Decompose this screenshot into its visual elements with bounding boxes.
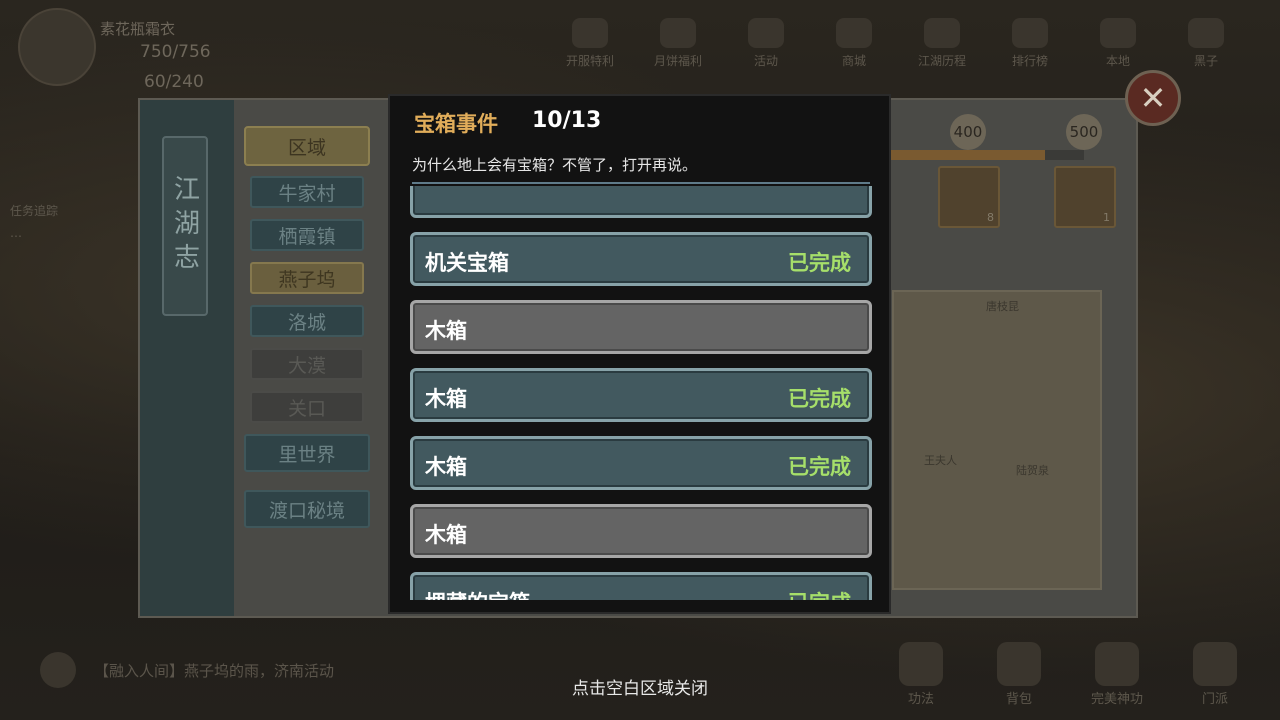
- region-button[interactable]: 牛家村: [250, 176, 364, 208]
- event-name: 木箱: [425, 455, 467, 479]
- popup-divider: [412, 182, 870, 184]
- event-row[interactable]: 木箱 已完成: [410, 368, 872, 422]
- event-name: 木箱: [425, 387, 467, 411]
- event-name: 木箱: [425, 319, 467, 343]
- popup-description: 为什么地上会有宝箱？不管了，打开再说。: [412, 156, 698, 174]
- mp-value: 60/240: [144, 72, 204, 92]
- event-row[interactable]: 木箱: [410, 504, 872, 558]
- local-icon: [1100, 18, 1136, 48]
- region-button-inner-world[interactable]: 里世界: [244, 434, 370, 472]
- event-icon: [748, 18, 784, 48]
- event-list-content: 机关宝箱已完成木箱木箱已完成木箱已完成木箱埋藏的宝箱已完成: [410, 186, 874, 600]
- chronicle-progress: 400 500: [888, 100, 1138, 160]
- event-name: 埋藏的宝箱: [425, 587, 530, 600]
- event-row[interactable]: [410, 186, 872, 218]
- event-row[interactable]: 机关宝箱 已完成: [410, 232, 872, 286]
- popup-progress-count: 10/13: [532, 108, 602, 133]
- chronicle-title: 江湖志: [162, 136, 208, 316]
- reward-card[interactable]: 8: [938, 166, 1000, 228]
- close-hint[interactable]: 点击空白区域关闭: [0, 674, 1280, 699]
- gift-icon: [572, 18, 608, 48]
- close-icon[interactable]: ✕: [1125, 70, 1181, 126]
- quest-tracker-title: 任务追踪: [10, 204, 59, 218]
- event-status: 已完成: [788, 455, 851, 479]
- chronicle-spine: 江湖志: [140, 100, 234, 616]
- region-button[interactable]: 洛城: [250, 305, 364, 337]
- top-hud: 素花瓶霜衣 750/756 60/240 开服特利 月饼福利 活动 商城 江湖历…: [0, 0, 1280, 95]
- quest-tracker[interactable]: 任务追踪 …: [10, 200, 140, 244]
- top-menu-item[interactable]: 黑子: [1172, 18, 1240, 69]
- top-menu-item[interactable]: 本地: [1084, 18, 1152, 69]
- progress-fill: [888, 150, 1045, 160]
- top-menu-item[interactable]: 商城: [820, 18, 888, 69]
- progress-track: [888, 150, 1084, 160]
- player-name: 素花瓶霜衣: [100, 20, 176, 38]
- event-row[interactable]: 木箱: [410, 300, 872, 354]
- mooncake-icon: [660, 18, 696, 48]
- event-row[interactable]: 埋藏的宝箱 已完成: [410, 572, 872, 600]
- misc-icon: [1188, 18, 1224, 48]
- event-list[interactable]: 机关宝箱已完成木箱木箱已完成木箱已完成木箱埋藏的宝箱已完成: [410, 186, 874, 600]
- region-button-selected[interactable]: 燕子坞: [250, 262, 364, 294]
- top-menu-item[interactable]: 江湖历程: [908, 18, 976, 69]
- region-button-ferry[interactable]: 渡口秘境: [244, 490, 370, 528]
- reward-count: 1: [1103, 211, 1110, 224]
- hp-value: 750/756: [140, 42, 211, 62]
- reward-card[interactable]: 1: [1054, 166, 1116, 228]
- quest-tracker-text: …: [10, 226, 22, 240]
- event-name: 木箱: [425, 523, 467, 547]
- region-list: 区域 牛家村 栖霞镇 燕子坞 洛城 大漠 关口 里世界 渡口秘境: [244, 126, 374, 546]
- region-header: 区域: [244, 126, 370, 166]
- region-map[interactable]: 唐枝昆 王夫人 陆贺泉: [892, 290, 1102, 590]
- top-menu-item[interactable]: 开服特利: [556, 18, 624, 69]
- reward-count: 8: [987, 211, 994, 224]
- event-status: 已完成: [788, 587, 851, 600]
- shop-icon: [836, 18, 872, 48]
- player-avatar[interactable]: [18, 8, 96, 86]
- map-npc-label: 王夫人: [924, 454, 957, 467]
- event-name: 机关宝箱: [425, 251, 509, 275]
- milestone-marker[interactable]: 400: [950, 114, 986, 150]
- popup-title: 宝箱事件: [414, 112, 498, 136]
- journey-icon: [924, 18, 960, 48]
- event-status: 已完成: [788, 387, 851, 411]
- region-button-locked[interactable]: 关口: [250, 391, 364, 423]
- map-npc-label: 唐枝昆: [986, 300, 1019, 313]
- region-button[interactable]: 栖霞镇: [250, 219, 364, 251]
- treasure-event-popup: 宝箱事件 10/13 为什么地上会有宝箱？不管了，打开再说。 机关宝箱 已完成 木箱…: [388, 94, 891, 614]
- event-row[interactable]: 木箱 已完成: [410, 436, 872, 490]
- event-status: 已完成: [788, 251, 851, 275]
- milestone-marker[interactable]: 500: [1066, 114, 1102, 150]
- top-menu-item[interactable]: 排行榜: [996, 18, 1064, 69]
- ranking-icon: [1012, 18, 1048, 48]
- map-npc-label: 陆贺泉: [1016, 464, 1049, 477]
- region-button-locked[interactable]: 大漠: [250, 348, 364, 380]
- top-menu: 开服特利 月饼福利 活动 商城 江湖历程 排行榜 本地 黑子: [556, 18, 1240, 69]
- top-menu-item[interactable]: 月饼福利: [644, 18, 712, 69]
- top-menu-item[interactable]: 活动: [732, 18, 800, 69]
